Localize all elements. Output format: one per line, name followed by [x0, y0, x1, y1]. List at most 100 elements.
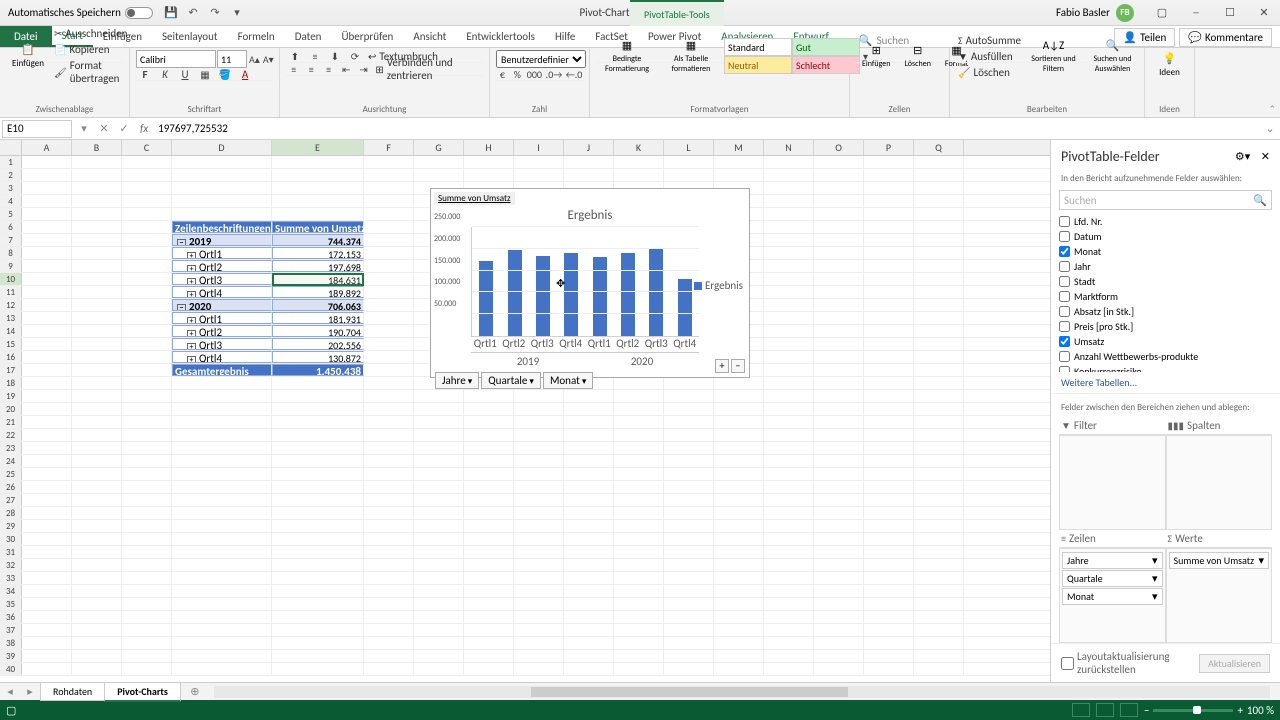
cell[interactable]: [564, 637, 614, 649]
zoom-slider[interactable]: [1153, 709, 1233, 712]
cell[interactable]: [614, 481, 664, 493]
cell[interactable]: [72, 572, 122, 584]
cell[interactable]: [514, 650, 564, 662]
cell[interactable]: [514, 169, 564, 181]
cell[interactable]: [814, 182, 864, 194]
field-item[interactable]: Lfd. Nr.: [1059, 214, 1272, 229]
cell[interactable]: [514, 637, 564, 649]
cell[interactable]: [714, 663, 764, 675]
cell[interactable]: [72, 325, 122, 337]
cell[interactable]: [514, 468, 564, 480]
cell[interactable]: [72, 221, 122, 233]
cell[interactable]: [22, 325, 72, 337]
cell[interactable]: [614, 403, 664, 415]
cell[interactable]: [122, 208, 172, 220]
cell[interactable]: [22, 442, 72, 454]
cell[interactable]: [22, 533, 72, 545]
cell[interactable]: [364, 494, 414, 506]
col-header-F[interactable]: F: [364, 140, 414, 155]
cell[interactable]: [122, 338, 172, 350]
cell[interactable]: [714, 403, 764, 415]
cell[interactable]: [714, 533, 764, 545]
cell[interactable]: [764, 494, 814, 506]
align-center-icon[interactable]: ≡: [303, 60, 318, 78]
cell[interactable]: [272, 169, 364, 181]
namebox-dropdown-icon[interactable]: ▾: [74, 122, 94, 135]
cell[interactable]: [122, 624, 172, 636]
cell[interactable]: [614, 650, 664, 662]
cell[interactable]: [172, 572, 272, 584]
chart-bar[interactable]: [564, 253, 578, 336]
insert-cells-button[interactable]: ⊞Einfügen: [856, 42, 896, 71]
cell[interactable]: [914, 585, 964, 597]
cell[interactable]: [272, 624, 364, 636]
cell[interactable]: [122, 377, 172, 389]
cell[interactable]: [122, 650, 172, 662]
cell[interactable]: [714, 572, 764, 584]
col-header-K[interactable]: K: [614, 140, 664, 155]
cell[interactable]: [764, 208, 814, 220]
sheet-tab-rohdaten[interactable]: Rohdaten: [40, 682, 105, 701]
cell[interactable]: [514, 520, 564, 532]
cell[interactable]: [414, 520, 464, 532]
cell[interactable]: [72, 364, 122, 376]
row-header[interactable]: 16: [0, 351, 22, 363]
cell[interactable]: [122, 182, 172, 194]
cell[interactable]: [464, 520, 514, 532]
cell[interactable]: [914, 507, 964, 519]
cell[interactable]: [172, 468, 272, 480]
cell[interactable]: [864, 403, 914, 415]
cell[interactable]: [364, 533, 414, 545]
cell[interactable]: 184.631: [272, 273, 364, 285]
cell[interactable]: [364, 429, 414, 441]
ribbon-tab-daten[interactable]: Daten: [285, 25, 332, 47]
cell[interactable]: [22, 390, 72, 402]
cell[interactable]: [814, 507, 864, 519]
cell[interactable]: [364, 247, 414, 259]
field-item[interactable]: Absatz [in Stk.]: [1059, 304, 1272, 319]
cell[interactable]: [72, 546, 122, 558]
zoom-out-icon[interactable]: −: [1144, 704, 1149, 717]
cell[interactable]: [564, 416, 614, 428]
row-header[interactable]: 18: [0, 377, 22, 389]
name-box[interactable]: E10: [2, 120, 72, 138]
cell[interactable]: [464, 416, 514, 428]
cell[interactable]: [914, 663, 964, 675]
paste-button[interactable]: 📋Einfügen: [6, 41, 50, 71]
cell[interactable]: [814, 481, 864, 493]
row-header[interactable]: 10: [0, 273, 22, 285]
cell[interactable]: [72, 312, 122, 324]
cell[interactable]: [714, 455, 764, 467]
ribbon-tab-entwicklertools[interactable]: Entwicklertools: [456, 25, 545, 47]
align-left-icon[interactable]: ≡: [286, 60, 301, 78]
cell[interactable]: [414, 637, 464, 649]
cell[interactable]: [414, 559, 464, 571]
cell[interactable]: [764, 403, 814, 415]
row-header[interactable]: 38: [0, 637, 22, 649]
cell[interactable]: [614, 624, 664, 636]
cell[interactable]: [364, 182, 414, 194]
cell[interactable]: [814, 377, 864, 389]
col-header-Q[interactable]: Q: [914, 140, 964, 155]
page-layout-view-icon[interactable]: [1096, 703, 1114, 717]
cell[interactable]: [864, 468, 914, 480]
cell[interactable]: [364, 260, 414, 272]
cell[interactable]: [814, 221, 864, 233]
cell[interactable]: [764, 624, 814, 636]
cell[interactable]: [664, 494, 714, 506]
cell[interactable]: [414, 429, 464, 441]
cell[interactable]: [864, 156, 914, 168]
cell[interactable]: [172, 195, 272, 207]
cell[interactable]: [564, 650, 614, 662]
indent-dec-icon[interactable]: ⇤: [338, 60, 353, 78]
cell[interactable]: [72, 637, 122, 649]
cell[interactable]: [864, 312, 914, 324]
cell[interactable]: [564, 624, 614, 636]
cell[interactable]: [72, 663, 122, 675]
cell[interactable]: [364, 663, 414, 675]
cell[interactable]: [172, 507, 272, 519]
cell[interactable]: [364, 637, 414, 649]
cell[interactable]: [122, 156, 172, 168]
cell[interactable]: [664, 624, 714, 636]
cell[interactable]: [72, 650, 122, 662]
